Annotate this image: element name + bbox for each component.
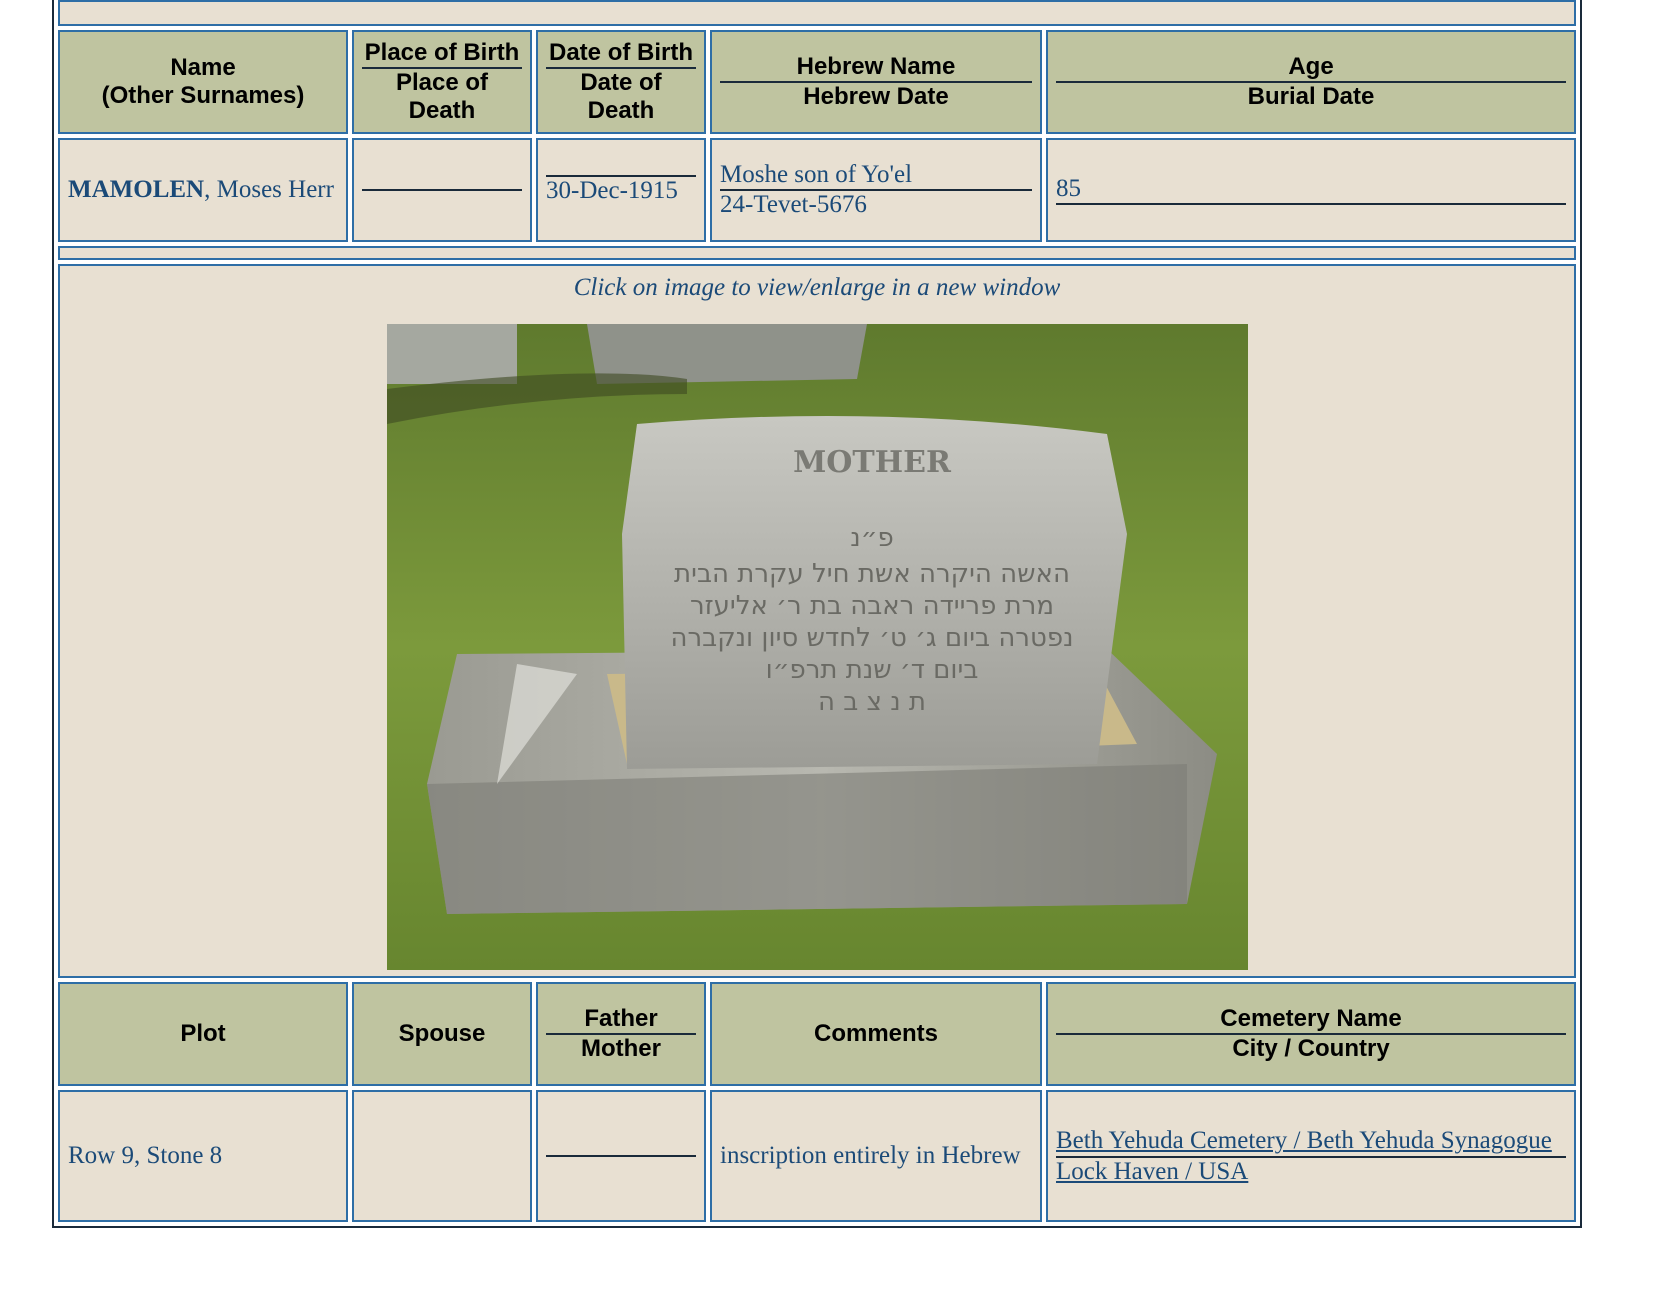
cell-spouse [352, 1090, 532, 1222]
cell-comments: inscription entirely in Hebrew [710, 1090, 1042, 1222]
header-age-label: Age [1288, 53, 1334, 80]
header-cemetery-name: Cemetery Name [1220, 1005, 1402, 1032]
stone-line: האשה היקרה אשת חיל עקרת הבית [674, 559, 1070, 589]
record-frame: Name (Other Surnames) Place of Birth Pla… [52, 0, 1582, 1228]
header-cemetery: Cemetery Name City / Country [1046, 982, 1576, 1086]
stone-line: מרת פריידה ראבה בת ר׳ אליעזר [689, 591, 1053, 621]
stone-line: ביום ד׳ שנת תרפ״ו [765, 655, 978, 685]
cell-name: MAMOLEN, Moses Herr [58, 138, 348, 242]
photo-caption: Click on image to view/enlarge in a new … [573, 274, 1061, 301]
header-date: Date of Birth Date of Death [536, 30, 706, 134]
record-date-of-death: 30-Dec-1915 [546, 177, 678, 204]
header-burial-date: Burial Date [1247, 83, 1375, 110]
record-row-1: MAMOLEN, Moses Herr 30-Dec-1915 Moshe so… [58, 138, 1576, 242]
record-hebrew-date: 24-Tevet-5676 [720, 191, 867, 218]
record-row-2: Row 9, Stone 8 inscription entirely in H… [58, 1090, 1576, 1222]
headstone-photo[interactable]: MOTHER פ״נ האשה היקרה אשת חיל עקרת הבית … [386, 324, 1248, 970]
stone-title: MOTHER [793, 445, 952, 480]
header-hebrew: Hebrew Name Hebrew Date [710, 30, 1042, 134]
record-plot: Row 9, Stone 8 [68, 1142, 223, 1169]
photo-cell: Click on image to view/enlarge in a new … [58, 264, 1576, 978]
header-date-of-death: Date of Death [580, 69, 662, 124]
header-age: Age Burial Date [1046, 30, 1576, 134]
record-hebrew-name: Moshe son of Yo'el [720, 161, 913, 188]
cell-divider [362, 189, 522, 191]
cell-date: 30-Dec-1915 [536, 138, 706, 242]
middle-spacer-row [58, 246, 1576, 260]
stone-line: נפטרה ביום ג׳ ט׳ לחדש סיון ונקברה [670, 623, 1073, 653]
record-age: 85 [1056, 175, 1081, 202]
header-place-of-birth: Place of Birth [364, 39, 520, 66]
header-row-1: Name (Other Surnames) Place of Birth Pla… [58, 30, 1576, 134]
cell-divider [1056, 203, 1566, 205]
stone-line: פ״נ [850, 523, 893, 553]
header-hebrew-date: Hebrew Date [803, 83, 949, 110]
header-comments: Comments [710, 982, 1042, 1086]
cemetery-name-link[interactable]: Beth Yehuda Cemetery / Beth Yehuda Synag… [1056, 1126, 1552, 1156]
header-place: Place of Birth Place of Death [352, 30, 532, 134]
top-spacer-cell [58, 0, 1576, 26]
middle-spacer-cell [58, 246, 1576, 260]
cell-parents [536, 1090, 706, 1222]
record-given-names: , Moses Herr [204, 176, 334, 203]
cell-hebrew: Moshe son of Yo'el 24-Tevet-5676 [710, 138, 1042, 242]
header-name: Name (Other Surnames) [58, 30, 348, 134]
cell-plot: Row 9, Stone 8 [58, 1090, 348, 1222]
header-father: Father [584, 1005, 658, 1032]
header-date-of-birth: Date of Birth [549, 39, 693, 66]
headstone-photo-drawing: MOTHER פ״נ האשה היקרה אשת חיל עקרת הבית … [386, 324, 1248, 970]
header-hebrew-name: Hebrew Name [796, 53, 956, 80]
stone-line: ת נ צ ב ה [818, 687, 926, 717]
record-surname: MAMOLEN [68, 176, 205, 203]
header-place-of-death: Place of Death [395, 69, 489, 124]
record-comments: inscription entirely in Hebrew [720, 1142, 1021, 1169]
burial-record-table: Name (Other Surnames) Place of Birth Pla… [54, 0, 1580, 1226]
header-row-2: Plot Spouse Father Mother Comments Cemet… [58, 982, 1576, 1086]
top-spacer-row [58, 0, 1576, 26]
cell-divider [546, 1155, 696, 1157]
header-city-country: City / Country [1232, 1035, 1390, 1062]
city-country-link[interactable]: Lock Haven / USA [1056, 1158, 1248, 1186]
header-spouse: Spouse [352, 982, 532, 1086]
header-mother: Mother [581, 1035, 661, 1062]
cell-place [352, 138, 532, 242]
header-plot: Plot [58, 982, 348, 1086]
header-name-label: Name [170, 54, 236, 81]
cell-age: 85 [1046, 138, 1576, 242]
photo-row: Click on image to view/enlarge in a new … [58, 264, 1576, 978]
cell-cemetery: Beth Yehuda Cemetery / Beth Yehuda Synag… [1046, 1090, 1576, 1222]
header-parents: Father Mother [536, 982, 706, 1086]
header-other-surnames-label: (Other Surnames) [101, 82, 305, 109]
